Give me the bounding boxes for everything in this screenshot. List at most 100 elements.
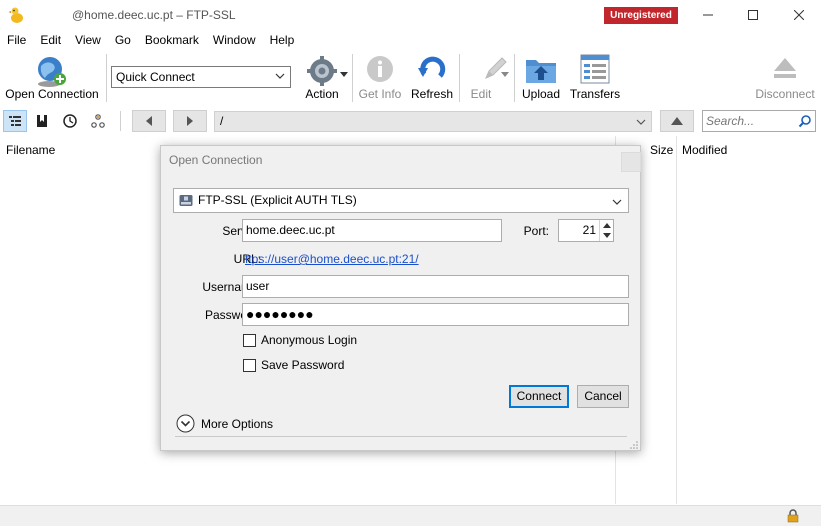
caret-down-icon [340, 72, 348, 77]
history-toggle[interactable] [58, 110, 82, 132]
get-info-button[interactable]: Get Info [354, 50, 406, 106]
parent-directory-button[interactable] [660, 110, 694, 132]
open-connection-label: Open Connection [5, 87, 99, 101]
browser-view-toggle[interactable] [3, 110, 27, 132]
action-button[interactable]: Action [294, 50, 350, 106]
port-stepper[interactable] [599, 220, 613, 241]
window-title: @home.deec.uc.pt – FTP-SSL [72, 8, 236, 22]
connect-button[interactable]: Connect [509, 385, 569, 408]
close-icon [793, 10, 804, 20]
globe-add-icon [38, 57, 66, 87]
column-header-filename[interactable]: Filename [6, 143, 55, 157]
transfers-list-icon [580, 54, 610, 84]
status-bar [0, 505, 821, 526]
upload-label: Upload [521, 87, 561, 101]
arrow-up-icon [671, 117, 683, 125]
edit-button[interactable]: Edit [461, 50, 511, 106]
forward-button[interactable] [173, 110, 207, 132]
close-window-button[interactable] [776, 0, 821, 30]
column-header-size[interactable]: Size [650, 143, 673, 157]
toolbar-separator [352, 54, 353, 102]
quick-connect-dropdown[interactable]: Quick Connect [111, 66, 291, 88]
refresh-icon [418, 56, 446, 78]
search-input[interactable]: Search... [702, 110, 816, 132]
protocol-value: FTP-SSL (Explicit AUTH TLS) [198, 193, 357, 207]
bonjour-toggle[interactable] [86, 110, 110, 132]
quick-connect-label: Quick Connect [116, 70, 195, 84]
toolbar-separator [106, 54, 107, 102]
menu-file[interactable]: File [0, 33, 33, 47]
refresh-button[interactable]: Refresh [408, 50, 456, 106]
save-password-label[interactable]: Save Password [261, 358, 344, 372]
menu-view[interactable]: View [68, 33, 108, 47]
minimize-icon [702, 14, 713, 16]
disconnect-label: Disconnect [755, 87, 815, 101]
anonymous-login-checkbox[interactable] [243, 334, 256, 347]
toolbar-separator [514, 54, 515, 102]
upload-folder-icon [526, 60, 556, 83]
menu-bar: File Edit View Go Bookmark Window Help [0, 31, 821, 49]
spin-down-icon [603, 233, 611, 238]
menu-window[interactable]: Window [206, 33, 263, 47]
unregistered-badge[interactable]: Unregistered [604, 7, 678, 24]
open-connection-button[interactable]: Open Connection [2, 50, 102, 106]
username-input[interactable]: user [242, 275, 629, 298]
caret-down-icon [501, 72, 509, 77]
maximize-button[interactable] [730, 0, 775, 30]
lock-icon [787, 509, 799, 523]
menu-edit[interactable]: Edit [33, 33, 68, 47]
column-header-modified[interactable]: Modified [682, 143, 727, 157]
transfers-label: Transfers [569, 87, 621, 101]
nav-separator [120, 111, 121, 131]
expand-circle-icon[interactable] [176, 414, 195, 433]
current-path: / [220, 114, 224, 128]
port-input[interactable]: 21 [558, 219, 614, 242]
transfers-button[interactable]: Transfers [568, 50, 622, 106]
get-info-label: Get Info [358, 87, 402, 101]
duck-app-icon [8, 6, 26, 24]
chevron-down-icon [275, 73, 285, 79]
title-bar: @home.deec.uc.pt – FTP-SSL Unregistered [0, 0, 821, 30]
search-icon [798, 115, 811, 128]
bookmarks-toggle[interactable] [30, 110, 54, 132]
dialog-close-button[interactable] [621, 152, 641, 172]
info-icon [367, 56, 393, 82]
disconnect-button[interactable]: Disconnect [752, 50, 818, 106]
port-label: Port: [523, 224, 549, 238]
protocol-dropdown[interactable]: FTP-SSL (Explicit AUTH TLS) [173, 188, 629, 213]
minimize-button[interactable] [685, 0, 730, 30]
toolbar: Open Connection Quick Connect Action Get… [0, 50, 821, 106]
maximize-icon [747, 10, 758, 20]
open-connection-dialog: Open Connection FTP-SSL (Explicit AUTH T… [160, 145, 641, 451]
menu-bookmark[interactable]: Bookmark [138, 33, 206, 47]
anonymous-login-label[interactable]: Anonymous Login [261, 333, 357, 347]
path-dropdown[interactable]: / [214, 111, 652, 132]
action-label: Action [305, 87, 339, 101]
arrow-left-icon [146, 116, 152, 126]
refresh-label: Refresh [410, 87, 454, 101]
chevron-down-icon [612, 199, 622, 205]
url-link[interactable]: ftps://user@home.deec.uc.pt:21/ [245, 252, 419, 266]
drive-icon [179, 195, 193, 206]
menu-go[interactable]: Go [108, 33, 138, 47]
pencil-icon [485, 57, 507, 79]
password-input[interactable]: ●●●●●●●● [242, 303, 629, 326]
eject-icon [774, 58, 796, 78]
dialog-title: Open Connection [169, 153, 263, 167]
menu-help[interactable]: Help [263, 33, 302, 47]
dialog-divider [175, 436, 627, 437]
chevron-down-icon [636, 119, 646, 125]
column-divider [676, 136, 677, 504]
more-options-toggle[interactable]: More Options [201, 417, 273, 431]
back-button[interactable] [132, 110, 166, 132]
network-icon [91, 114, 105, 128]
save-password-checkbox[interactable] [243, 359, 256, 372]
arrow-right-icon [187, 116, 193, 126]
bookmark-icon [37, 115, 47, 127]
resize-grip-icon[interactable] [630, 441, 638, 449]
server-input[interactable]: home.deec.uc.pt [242, 219, 502, 242]
upload-button[interactable]: Upload [516, 50, 566, 106]
cancel-button[interactable]: Cancel [577, 385, 629, 408]
navigation-bar: / Search... [0, 107, 821, 135]
edit-label: Edit [470, 87, 492, 101]
